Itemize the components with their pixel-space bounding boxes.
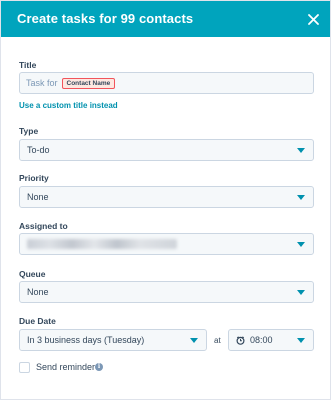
queue-label: Queue [19, 269, 46, 279]
chevron-down-icon [297, 338, 305, 343]
contact-name-token: Contact Name [61, 77, 116, 89]
title-label: Title [19, 60, 37, 70]
due-time-select[interactable]: 08:00 [228, 329, 314, 351]
create-tasks-panel: Create tasks for 99 contacts Title Task … [0, 0, 331, 400]
assigned-to-select[interactable] [19, 233, 314, 255]
due-time-value: 08:00 [250, 335, 273, 345]
panel-header: Create tasks for 99 contacts [1, 1, 330, 37]
chevron-down-icon [297, 290, 305, 295]
due-date-label: Due Date [19, 316, 56, 326]
close-icon [307, 13, 319, 25]
chevron-down-icon [190, 338, 198, 343]
chevron-down-icon [297, 242, 305, 247]
priority-select[interactable]: None [19, 186, 314, 208]
type-value: To-do [27, 145, 50, 155]
type-label: Type [19, 126, 39, 136]
title-input[interactable]: Task for Contact Name [19, 72, 314, 94]
custom-title-link[interactable]: Use a custom title instead [19, 101, 118, 110]
close-button[interactable] [304, 10, 322, 28]
assigned-to-label: Assigned to [19, 221, 68, 231]
at-label: at [214, 336, 221, 345]
priority-value: None [27, 192, 49, 202]
title-prefix: Task for [26, 78, 58, 88]
queue-value: None [27, 287, 49, 297]
type-select[interactable]: To-do [19, 139, 314, 161]
info-icon[interactable]: i [95, 363, 103, 371]
panel-title: Create tasks for 99 contacts [17, 11, 194, 26]
send-reminder-checkbox[interactable] [19, 362, 30, 373]
chevron-down-icon [297, 195, 305, 200]
chevron-down-icon [297, 148, 305, 153]
priority-label: Priority [19, 173, 49, 183]
queue-select[interactable]: None [19, 281, 314, 303]
due-date-value: In 3 business days (Tuesday) [27, 335, 145, 345]
clock-icon [236, 335, 245, 345]
assigned-user-redacted [27, 239, 177, 249]
send-reminder-label: Send reminder [36, 362, 96, 372]
due-date-select[interactable]: In 3 business days (Tuesday) [19, 329, 207, 351]
